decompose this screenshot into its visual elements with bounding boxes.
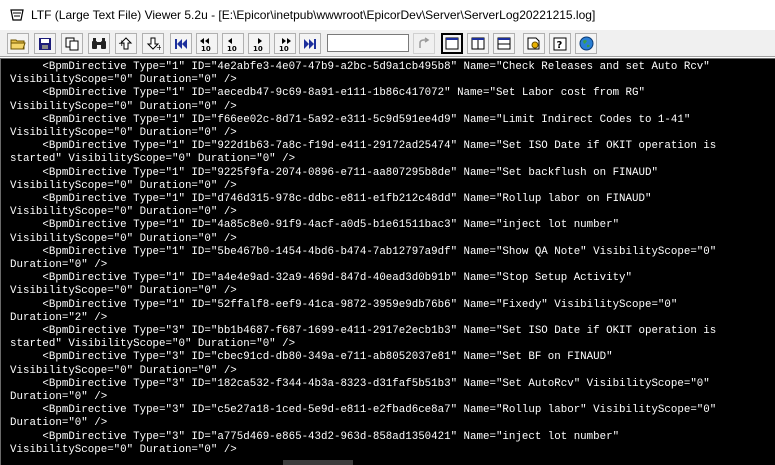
log-line: <BpmDirective Type="1" ID="aecedb47-9c69… xyxy=(10,87,645,100)
search-input[interactable] xyxy=(327,34,409,52)
app-logo-icon xyxy=(10,9,24,21)
log-line: <BpmDirective Type="3" ID="cbec91cd-db80… xyxy=(10,351,613,364)
log-line: <BpmDirective Type="1" ID="a4e4e9ad-32a9… xyxy=(10,272,633,285)
log-text-view[interactable]: <BpmDirective Type="1" ID="4e2abfe3-4e07… xyxy=(0,58,775,465)
log-line: Duration="0" /> xyxy=(10,391,108,404)
svg-text:10: 10 xyxy=(227,45,237,51)
log-line: VisibilityScope="0" Duration="0" /> xyxy=(10,232,237,245)
log-line: started" VisibilityScope="0" Duration="0… xyxy=(10,338,296,351)
svg-text:10: 10 xyxy=(279,45,289,51)
window-title: LTF (Large Text File) Viewer 5.2u - [E:\… xyxy=(31,8,596,22)
log-line: <BpmDirective Type="1" ID="d746d315-978c… xyxy=(10,193,652,206)
log-line: <BpmDirective Type="1" ID="4a85c8e0-91f9… xyxy=(10,219,620,232)
title-bar: LTF (Large Text File) Viewer 5.2u - [E:\… xyxy=(0,0,775,30)
log-line: <BpmDirective Type="1" ID="922d1b63-7a8c… xyxy=(10,140,717,153)
log-line: started" VisibilityScope="0" Duration="0… xyxy=(10,153,296,166)
log-line: VisibilityScope="0" Duration="0" /> xyxy=(10,364,237,377)
log-line: <BpmDirective Type="3" ID="c5e27a18-1ced… xyxy=(10,404,717,417)
find-previous-icon[interactable]: + xyxy=(115,33,137,54)
settings-icon[interactable] xyxy=(523,33,545,54)
log-line: <BpmDirective Type="1" ID="52ffalf8-eef9… xyxy=(10,298,678,311)
log-line: <BpmDirective Type="1" ID="f66ee02c-8d71… xyxy=(10,113,691,126)
help-icon[interactable]: ? xyxy=(549,33,571,54)
svg-text:10: 10 xyxy=(253,45,263,51)
back-10-icon[interactable]: 10 xyxy=(196,33,218,54)
split-horizontal-icon[interactable] xyxy=(493,33,515,54)
copy-icon[interactable] xyxy=(61,33,83,54)
log-line: VisibilityScope="0" Duration="0" /> xyxy=(10,179,237,192)
log-line: VisibilityScope="0" Duration="0" /> xyxy=(10,443,237,456)
last-page-icon[interactable] xyxy=(299,33,321,54)
back-1-icon[interactable]: 10 xyxy=(222,33,244,54)
log-line: <BpmDirective Type="1" ID="9225f9fa-2074… xyxy=(10,166,658,179)
first-page-icon[interactable] xyxy=(170,33,192,54)
log-line: Duration="0" /> xyxy=(10,417,108,430)
log-line: VisibilityScope="0" Duration="0" /> xyxy=(10,206,237,219)
open-folder-icon[interactable] xyxy=(7,33,29,54)
svg-text:10: 10 xyxy=(201,45,211,51)
svg-text:+: + xyxy=(156,43,161,51)
log-text-area: <BpmDirective Type="1" ID="4e2abfe3-4e07… xyxy=(1,59,775,457)
forward-10-icon[interactable]: 10 xyxy=(274,33,296,54)
log-line: Duration="0" /> xyxy=(10,259,108,272)
log-line: <BpmDirective Type="1" ID="4e2abfe3-4e07… xyxy=(10,61,710,73)
log-line: <BpmDirective Type="1" ID="5be467b0-1454… xyxy=(10,245,717,258)
forward-1-icon[interactable]: 10 xyxy=(248,33,270,54)
log-line: VisibilityScope="0" Duration="0" /> xyxy=(10,285,237,298)
log-line: VisibilityScope="0" Duration="0" /> xyxy=(10,127,237,140)
log-line: VisibilityScope="0" Duration="0" /> xyxy=(10,74,237,87)
horizontal-scroll-thumb[interactable] xyxy=(283,460,353,465)
find-binoculars-icon[interactable] xyxy=(88,33,110,54)
go-arrow-icon[interactable] xyxy=(413,33,435,54)
find-next-icon[interactable]: + xyxy=(142,33,164,54)
toolbar: + + 10 10 10 10 ? xyxy=(0,30,775,57)
log-line: VisibilityScope="0" Duration="0" /> xyxy=(10,100,237,113)
split-vertical-icon[interactable] xyxy=(467,33,489,54)
single-pane-icon[interactable] xyxy=(441,33,463,54)
svg-text:?: ? xyxy=(557,40,563,51)
web-globe-icon[interactable] xyxy=(575,33,597,54)
log-line: <BpmDirective Type="3" ID="bb1b4687-f687… xyxy=(10,325,717,338)
log-line: Duration="2" /> xyxy=(10,311,108,324)
save-icon[interactable] xyxy=(34,33,56,54)
log-line: <BpmDirective Type="3" ID="a775d469-e865… xyxy=(10,430,620,443)
log-line: <BpmDirective Type="3" ID="182ca532-f344… xyxy=(10,377,710,390)
